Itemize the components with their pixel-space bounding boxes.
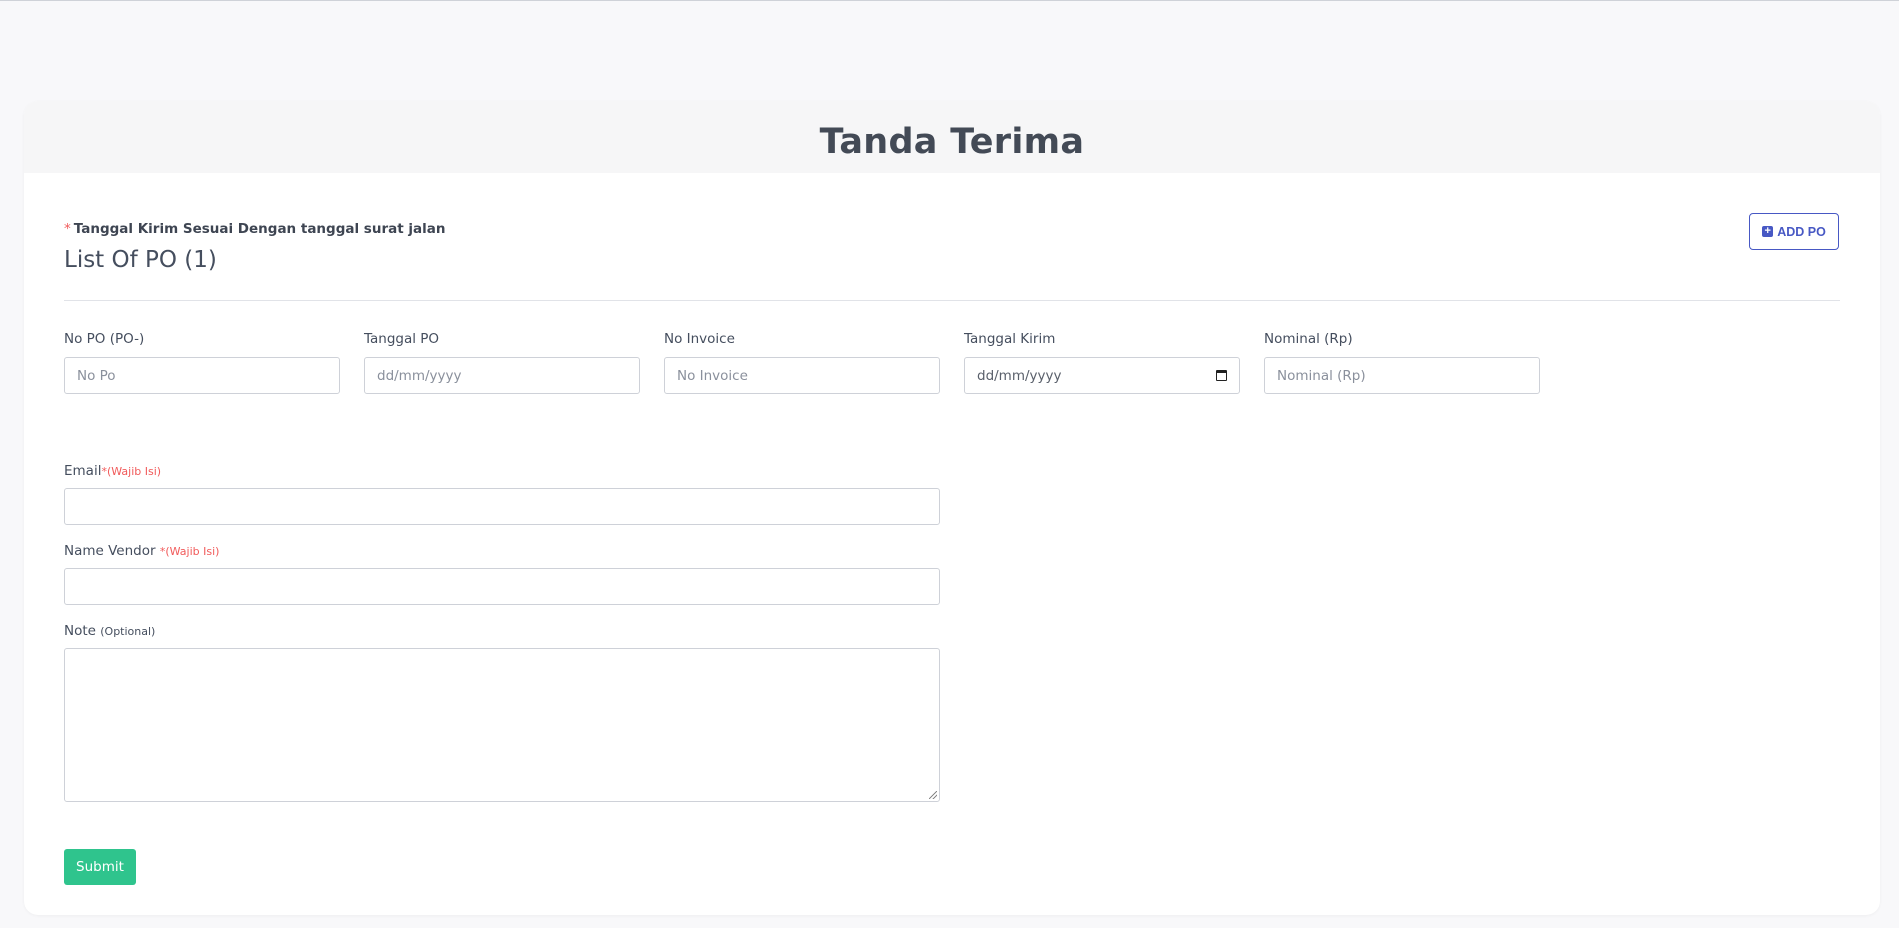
- notice-text: * Tanggal Kirim Sesuai Dengan tanggal sur…: [64, 221, 445, 237]
- notice-label: Tanggal Kirim Sesuai Dengan tanggal sura…: [73, 221, 446, 237]
- email-required: *(Wajib Isi): [101, 465, 162, 478]
- tanggal-po-placeholder: dd/mm/yyyy: [377, 367, 462, 384]
- plus-square-icon: +: [1762, 226, 1774, 237]
- tanggal-po-label: Tanggal PO: [364, 331, 440, 347]
- top-border: [0, 0, 1899, 1]
- no-invoice-input[interactable]: No Invoice: [664, 357, 940, 394]
- no-po-field: No PO (PO-) No Po: [64, 331, 340, 394]
- tanda-terima-card: Tanda Terima * Tanggal Kirim Sesuai Denga…: [24, 101, 1880, 915]
- resize-handle-icon[interactable]: [929, 791, 937, 799]
- vendor-required: *(Wajib Isi): [159, 545, 220, 558]
- card-header: Tanda Terima: [24, 101, 1880, 173]
- tanggal-kirim-input[interactable]: dd/mm/yyyy: [964, 357, 1240, 394]
- submit-button[interactable]: Submit: [64, 849, 136, 885]
- email-label: Email*(Wajib Isi): [64, 463, 162, 479]
- page-title: Tanda Terima: [819, 122, 1085, 162]
- add-po-button[interactable]: + ADD PO: [1749, 213, 1839, 250]
- note-optional: (Optional): [100, 625, 156, 638]
- nominal-placeholder: Nominal (Rp): [1277, 367, 1366, 384]
- email-input[interactable]: [64, 488, 940, 525]
- tanggal-kirim-field: Tanggal Kirim dd/mm/yyyy: [964, 331, 1240, 394]
- tanggal-kirim-value: dd/mm/yyyy: [977, 367, 1062, 384]
- notice-star: *: [64, 221, 71, 237]
- po-list-title: List Of PO (1): [64, 247, 217, 273]
- no-invoice-label: No Invoice: [664, 331, 735, 347]
- note-textarea[interactable]: [64, 648, 940, 802]
- note-label: Note (Optional): [64, 623, 156, 639]
- section-divider: [64, 300, 1840, 301]
- nominal-label: Nominal (Rp): [1264, 331, 1353, 347]
- tanggal-po-input[interactable]: dd/mm/yyyy: [364, 357, 640, 394]
- nominal-field: Nominal (Rp) Nominal (Rp): [1264, 331, 1540, 394]
- vendor-input[interactable]: [64, 568, 940, 605]
- add-po-label: ADD PO: [1777, 224, 1826, 239]
- no-po-input[interactable]: No Po: [64, 357, 340, 394]
- vendor-field: Name Vendor *(Wajib Isi): [64, 543, 940, 605]
- no-invoice-field: No Invoice No Invoice: [664, 331, 940, 394]
- note-field: Note (Optional): [64, 623, 940, 802]
- no-po-placeholder: No Po: [77, 367, 116, 384]
- nominal-input[interactable]: Nominal (Rp): [1264, 357, 1540, 394]
- no-invoice-placeholder: No Invoice: [677, 367, 748, 384]
- tanggal-po-field: Tanggal PO dd/mm/yyyy: [364, 331, 640, 394]
- tanggal-kirim-label: Tanggal Kirim: [964, 331, 1056, 347]
- calendar-icon[interactable]: [1216, 370, 1227, 381]
- vendor-label: Name Vendor *(Wajib Isi): [64, 543, 220, 559]
- no-po-label: No PO (PO-): [64, 331, 145, 347]
- email-field: Email*(Wajib Isi): [64, 463, 940, 525]
